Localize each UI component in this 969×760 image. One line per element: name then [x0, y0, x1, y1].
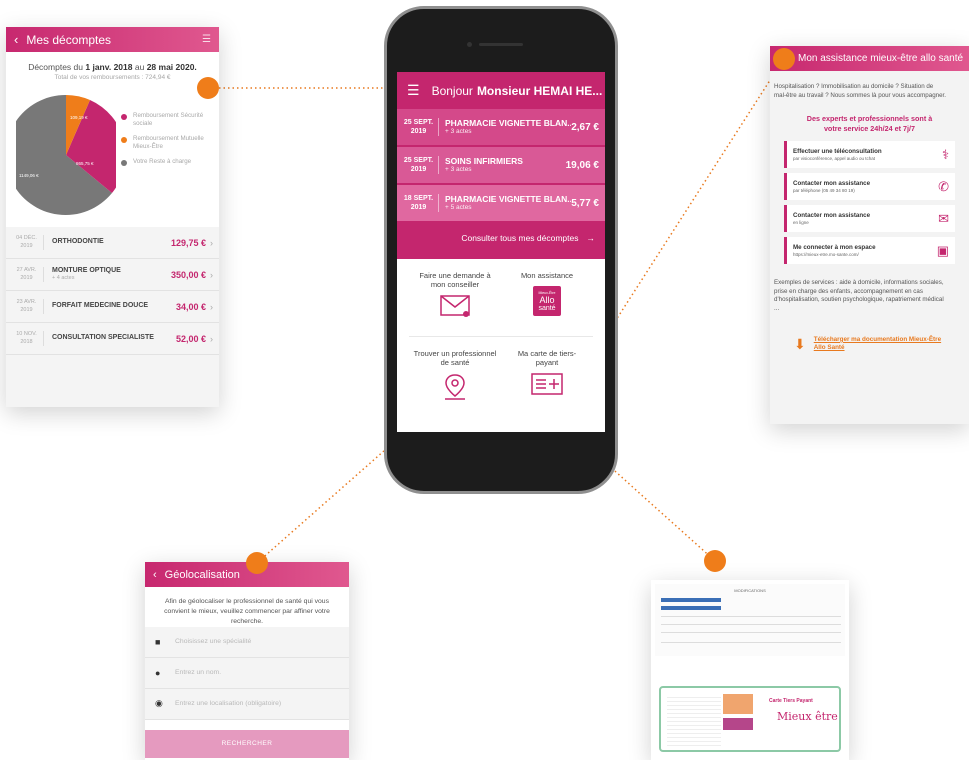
connect-space-card[interactable]: Me connecter à mon espace https://mieux-e…: [784, 237, 955, 265]
assistance-intro: Hospitalisation ? Immobilisation au domi…: [774, 83, 946, 99]
decompte-row[interactable]: 27 AVR. 2019 MONTURE OPTIQUE + 4 actes 350…: [6, 259, 219, 291]
tile-tiers-payant-card[interactable]: Ma carte de tiers-payant: [501, 337, 593, 420]
chat-icon: ✉: [938, 210, 949, 226]
decomptes-title: Mes décomptes: [26, 32, 112, 47]
search-button[interactable]: RECHERCHER: [145, 729, 349, 758]
chevron-right-icon: ›: [210, 269, 213, 280]
card-plus-icon: [531, 372, 563, 397]
pie-legend: Remboursement Sécurité sociale Rembourse…: [121, 112, 216, 173]
decomptes-screen: ‹ Mes décomptes ☰ Décomptes du 1 janv. 2…: [6, 27, 219, 407]
decompte-row[interactable]: 23 AVR. 2019 FORFAIT MEDECINE DOUCE 34,00…: [6, 291, 219, 323]
legend-item: Remboursement Sécurité sociale: [121, 112, 216, 128]
total-reimbursement: Total de vos remboursements : 724,94 €: [54, 74, 171, 81]
briefcase-icon: ■: [155, 636, 161, 647]
user-icon: ●: [155, 667, 161, 678]
pie-label-orange: 109,19 €: [70, 115, 88, 120]
assistance-screen: Mon assistance mieux-être allo santé Hos…: [770, 46, 969, 424]
shortcut-grid: Faire une demande à mon conseiller Mon a…: [397, 259, 605, 419]
modifications-document: MODIFICATIONS: [655, 584, 845, 656]
connector-dot: [773, 48, 795, 70]
map-marker-icon: ◉: [155, 698, 163, 709]
recent-decompte-row[interactable]: 18 SEPT. 2019 PHARMACIE VIGNETTE BLAN... +…: [397, 185, 605, 221]
download-link[interactable]: Télécharger ma documentation Mieux-Être A…: [814, 336, 941, 352]
assistance-experts-title: Des experts et professionnels sont à vot…: [806, 114, 933, 133]
teleconsultation-card[interactable]: Effectuer une téléconsultation par visioc…: [784, 141, 955, 169]
name-input[interactable]: ● Entrez un nom.: [145, 657, 349, 689]
back-arrow-icon[interactable]: ‹: [153, 569, 157, 581]
specialty-select[interactable]: ■ Choisissez une spécialité: [145, 626, 349, 658]
tile-find-professional[interactable]: Trouver un professionnel de santé: [409, 337, 501, 420]
menu-icon[interactable]: ☰: [407, 82, 420, 99]
phone-mockup: ☰ Bonjour Monsieur HEMAI HE... 25 SEPT. 2…: [384, 6, 618, 494]
decomptes-list: 04 DÉC. 2019 ORTHODONTIE 129,75 € › 27 AVR…: [6, 227, 219, 407]
reimbursement-pie-chart: 109,19 € 865,75 € 1149,06 €: [6, 94, 126, 220]
recent-decompte-row[interactable]: 25 SEPT. 2019 SOINS INFIRMIERS + 3 actes 1…: [397, 147, 605, 183]
filter-icon[interactable]: ☰: [202, 34, 211, 45]
phone-speaker: [479, 43, 523, 46]
download-icon: ⬇: [794, 335, 806, 352]
phone-screen: ☰ Bonjour Monsieur HEMAI HE... 25 SEPT. 2…: [397, 72, 605, 432]
recent-decomptes: 25 SEPT. 2019 PHARMACIE VIGNETTE BLAN... +…: [397, 109, 605, 259]
doctor-icon: ⚕: [941, 146, 949, 162]
see-all-decomptes-link[interactable]: Consulter tous mes décomptes →: [397, 223, 605, 253]
phone-icon: ✆: [938, 178, 949, 194]
laptop-icon: ▣: [936, 242, 949, 258]
decomptes-header: ‹ Mes décomptes ☰: [6, 27, 219, 52]
chevron-right-icon: ›: [210, 237, 213, 248]
legend-item: Remboursement Mutuelle Mieux-Être: [121, 135, 216, 151]
legend-item: Votre Reste à charge: [121, 158, 216, 167]
allo-sante-logo: Mieux-Être Allo santé: [533, 286, 561, 316]
user-name: Monsieur HEMAI HE...: [476, 83, 603, 98]
services-examples: Exemples de services : aide à domicile, …: [774, 279, 944, 313]
decompte-row[interactable]: 04 DÉC. 2019 ORTHODONTIE 129,75 € ›: [6, 227, 219, 259]
phone-camera: [467, 42, 472, 47]
location-input[interactable]: ◉ Entrez une localisation (obligatoire): [145, 688, 349, 720]
recent-decompte-row[interactable]: 25 SEPT. 2019 PHARMACIE VIGNETTE BLAN... +…: [397, 109, 605, 145]
decompte-row[interactable]: 10 NOV. 2018 CONSULTATION SPECIALISTE 52,…: [6, 323, 219, 355]
tile-contact-advisor[interactable]: Faire une demande à mon conseiller: [409, 259, 501, 337]
connector-dot: [704, 550, 726, 572]
tile-assistance[interactable]: Mon assistance Mieux-Être Allo santé: [501, 259, 593, 337]
geolocation-intro: Afin de géolocaliser le professionnel de…: [164, 598, 330, 625]
period-text: Décomptes du 1 janv. 2018 au 28 mai 2020…: [28, 62, 197, 72]
online-assistance-card[interactable]: Contacter mon assistance en ligne ✉: [784, 205, 955, 233]
assistance-header: Mon assistance mieux-être allo santé: [770, 46, 969, 71]
connector-dot: [246, 552, 268, 574]
mieux-etre-logo: Mieux être: [777, 710, 838, 723]
connector-dot: [197, 77, 219, 99]
location-pin-icon: [442, 373, 468, 403]
tiers-payant-card: Carte Tiers Payant Mieux être: [659, 686, 841, 752]
chevron-right-icon: ›: [210, 301, 213, 312]
back-arrow-icon[interactable]: ‹: [14, 32, 18, 47]
pie-label-grey: 1149,06 €: [19, 173, 39, 178]
greeting: Bonjour: [431, 83, 473, 98]
envelope-icon: [440, 295, 470, 319]
home-header: ☰ Bonjour Monsieur HEMAI HE...: [397, 72, 605, 109]
arrow-right-icon: →: [586, 233, 596, 243]
download-documentation[interactable]: ⬇ Télécharger ma documentation Mieux-Êtr…: [794, 336, 969, 353]
tiers-payant-card-screen: MODIFICATIONS Carte Tiers Payant Mieux ê…: [651, 580, 849, 760]
pie-label-pink: 865,75 €: [76, 161, 94, 166]
phone-assistance-card[interactable]: Contacter mon assistance par téléphone (0…: [784, 173, 955, 201]
card-title: Carte Tiers Payant: [769, 698, 813, 704]
geolocation-screen: ‹ Géolocalisation Afin de géolocaliser l…: [145, 562, 349, 760]
chevron-right-icon: ›: [210, 333, 213, 344]
